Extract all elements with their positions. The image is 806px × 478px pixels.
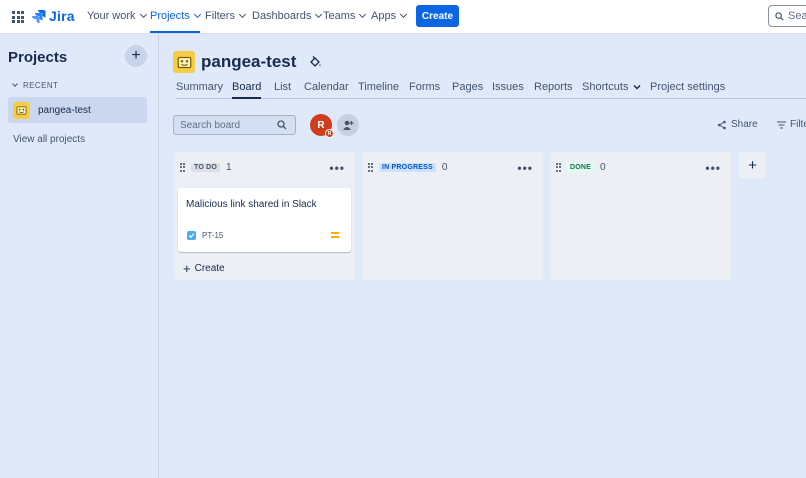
filter-label: Filte — [790, 119, 806, 130]
chevron-down-icon — [139, 10, 147, 19]
paint-bucket-icon[interactable] — [308, 55, 322, 69]
nav-your-work-label: Your work — [87, 10, 136, 22]
jira-logo-text: Jira — [49, 8, 75, 24]
status-badge: TO DO — [191, 163, 221, 172]
tab-calendar[interactable]: Calendar — [304, 81, 349, 93]
nav-dashboards-label: Dashboards — [252, 10, 312, 22]
project-tabs: Summary Board List Calendar Timeline For… — [176, 81, 806, 99]
tab-reports[interactable]: Reports — [534, 81, 573, 93]
nav-filters[interactable]: Filters — [205, 10, 246, 22]
column-more-icon[interactable]: ••• — [329, 162, 345, 174]
project-avatar-icon[interactable] — [173, 51, 195, 73]
nav-apps[interactable]: Apps — [371, 10, 408, 22]
column-more-icon[interactable]: ••• — [517, 162, 533, 174]
tab-board[interactable]: Board — [232, 81, 262, 99]
global-search-placeholder: Sea — [788, 10, 806, 22]
create-button[interactable]: Create — [416, 5, 459, 27]
issue-count: 0 — [600, 162, 606, 173]
task-icon — [187, 231, 196, 240]
issue-card[interactable]: Malicious link shared in Slack PT-15 — [178, 188, 351, 252]
board-column-todo: TO DO 1 ••• Malicious link shared in Sla… — [174, 152, 355, 280]
add-person-icon — [343, 120, 354, 130]
board-column-in-progress: IN PROGRESS 0 ••• — [362, 152, 543, 280]
column-more-icon[interactable]: ••• — [705, 162, 721, 174]
column-header[interactable]: IN PROGRESS 0 — [368, 162, 447, 173]
jira-mark-icon — [32, 10, 46, 23]
board-search-input[interactable]: Search board — [173, 115, 296, 135]
nav-dashboards[interactable]: Dashboards — [252, 10, 323, 22]
board-search-placeholder: Search board — [180, 119, 241, 131]
view-all-projects-link[interactable]: View all projects — [13, 134, 85, 145]
drag-handle-icon[interactable] — [180, 163, 185, 172]
avatar-badge: R — [325, 129, 334, 138]
sidebar-item-label: pangea-test — [38, 104, 91, 116]
create-issue-label: Create — [194, 263, 225, 274]
priority-medium-icon — [331, 232, 339, 238]
tab-forms[interactable]: Forms — [409, 81, 440, 93]
chevron-down-icon — [400, 10, 408, 19]
chevron-down-icon — [359, 10, 367, 19]
chevron-down-icon — [12, 81, 18, 87]
chevron-down-icon — [193, 10, 201, 19]
sidebar-title: Projects — [8, 49, 68, 66]
drag-handle-icon[interactable] — [368, 163, 373, 172]
app-switcher-icon[interactable] — [12, 11, 24, 23]
share-icon — [717, 120, 726, 129]
share-button[interactable]: Share — [717, 119, 758, 130]
chevron-down-icon — [633, 84, 641, 90]
recent-section-label: RECENT — [23, 81, 59, 90]
plus-icon: + — [183, 261, 191, 276]
issue-title: Malicious link shared in Slack — [186, 199, 317, 210]
share-label: Share — [731, 119, 758, 130]
column-header[interactable]: DONE 0 — [556, 162, 606, 173]
tab-issues[interactable]: Issues — [492, 81, 524, 93]
status-badge: DONE — [567, 163, 595, 172]
avatar[interactable]: R R — [310, 114, 334, 138]
board-column-done: DONE 0 ••• — [550, 152, 731, 280]
recent-section-toggle[interactable]: RECENT — [12, 81, 59, 90]
nav-filters-label: Filters — [205, 10, 235, 22]
top-navigation: Jira Your work Projects Filters Dashboar… — [0, 0, 806, 34]
project-header: pangea-test — [173, 51, 322, 73]
tab-project-settings[interactable]: Project settings — [650, 81, 725, 93]
add-people-button[interactable] — [337, 114, 359, 136]
nav-projects[interactable]: Projects — [150, 10, 201, 33]
jira-logo[interactable]: Jira — [32, 8, 75, 24]
add-project-button[interactable]: + — [125, 45, 147, 67]
issue-key[interactable]: PT-15 — [202, 231, 223, 240]
search-icon — [775, 11, 784, 21]
nav-teams[interactable]: Teams — [323, 10, 367, 22]
add-column-button[interactable]: + — [739, 152, 766, 178]
tab-pages[interactable]: Pages — [452, 81, 483, 93]
issue-count: 1 — [226, 162, 232, 173]
tab-shortcuts[interactable]: Shortcuts — [582, 81, 641, 93]
nav-apps-label: Apps — [371, 10, 397, 22]
drag-handle-icon[interactable] — [556, 163, 561, 172]
filter-button[interactable]: Filte — [777, 119, 806, 130]
chevron-down-icon — [315, 10, 323, 19]
search-icon — [277, 120, 287, 130]
column-header[interactable]: TO DO 1 — [180, 162, 232, 173]
nav-projects-label: Projects — [150, 10, 190, 22]
sidebar: Projects + RECENT pangea-test View all p… — [0, 34, 159, 478]
chevron-down-icon — [238, 10, 246, 19]
avatar-initial: R — [317, 119, 325, 131]
nav-your-work[interactable]: Your work — [87, 10, 147, 22]
tab-shortcuts-label: Shortcuts — [582, 81, 629, 93]
sidebar-item-pangea-test[interactable]: pangea-test — [8, 97, 147, 123]
status-badge: IN PROGRESS — [379, 163, 436, 172]
create-issue-button[interactable]: + Create — [183, 262, 225, 275]
tab-timeline[interactable]: Timeline — [358, 81, 399, 93]
tab-list[interactable]: List — [274, 81, 291, 93]
nav-teams-label: Teams — [323, 10, 356, 22]
issue-count: 0 — [441, 162, 448, 173]
filter-icon — [777, 121, 786, 128]
project-avatar-icon — [13, 101, 30, 119]
tab-summary[interactable]: Summary — [176, 81, 223, 93]
global-search-input[interactable]: Sea — [768, 5, 806, 27]
page-title: pangea-test — [201, 52, 297, 71]
